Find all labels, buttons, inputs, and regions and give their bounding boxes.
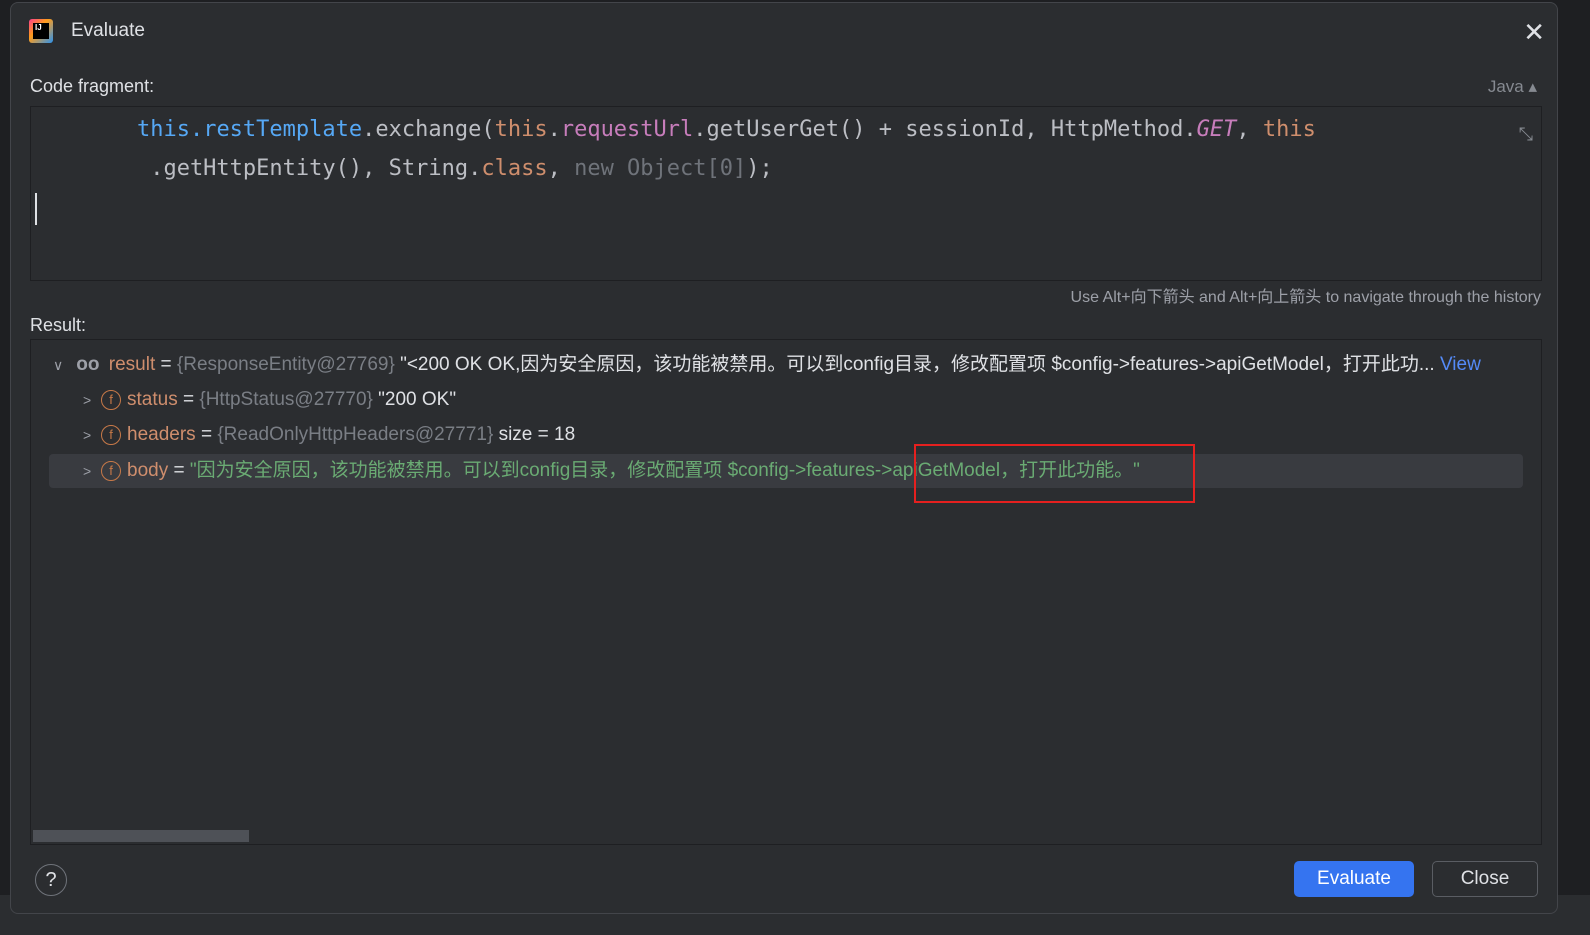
var-value: size = 18: [493, 424, 576, 445]
code-token: class: [481, 156, 548, 181]
evaluate-button[interactable]: Evaluate: [1294, 861, 1414, 897]
code-token: .getHttpEntity(), String.: [31, 156, 482, 181]
equals: =: [195, 424, 218, 445]
code-token: requestUrl: [560, 117, 694, 142]
code-token: .: [547, 117, 561, 142]
code-line-1: this.restTemplate.exchange(this.requestU…: [31, 110, 1541, 149]
code-fragment-label: Code fragment:: [30, 76, 155, 96]
horizontal-scrollbar[interactable]: [33, 830, 249, 842]
field-icon: f: [101, 460, 121, 481]
chevron-right-icon[interactable]: >: [83, 418, 101, 452]
close-icon[interactable]: ✕: [1523, 17, 1545, 48]
chevron-right-icon[interactable]: >: [83, 383, 101, 417]
tree-row-headers[interactable]: > f headers = {ReadOnlyHttpHeaders@27771} …: [31, 418, 1523, 452]
code-token: this.restTemplate: [136, 117, 363, 142]
language-selector[interactable]: Java ▴: [1488, 77, 1537, 97]
code-line-2: .getHttpEntity(), String.class, new Obje…: [31, 149, 1541, 188]
var-value: "200 OK": [372, 389, 457, 410]
var-name: status: [127, 389, 178, 410]
tree-row-body[interactable]: > f body = "因为安全原因，该功能被禁用。可以到config目录，修改配置…: [49, 454, 1523, 488]
highlight-annotation: [914, 444, 1195, 503]
field-icon: f: [101, 424, 121, 445]
text-caret: [35, 193, 37, 225]
chevron-down-icon[interactable]: ∨: [53, 348, 71, 382]
equals: =: [168, 460, 190, 481]
var-type: {ReadOnlyHttpHeaders@27771}: [217, 424, 494, 445]
history-hint: Use Alt+向下箭头 and Alt+向上箭头 to navigate th…: [1070, 289, 1541, 306]
var-name: body: [127, 460, 169, 481]
tree-row-status[interactable]: > f status = {HttpStatus@27770} "200 OK": [31, 383, 1523, 417]
language-label: Java: [1487, 77, 1524, 96]
var-type: {ResponseEntity@27769}: [176, 354, 395, 375]
code-token: this: [1262, 117, 1316, 142]
code-token: ,: [547, 156, 575, 181]
field-icon: f: [101, 389, 121, 410]
code-token: new Object[0]: [574, 156, 747, 181]
code-token: .getUserGet() + sessionId, HttpMethod.: [693, 117, 1197, 142]
dialog-title: Evaluate: [71, 20, 145, 41]
equals: =: [177, 389, 200, 410]
result-label: Result:: [30, 315, 87, 335]
var-name: headers: [127, 424, 196, 445]
equals: =: [155, 354, 177, 375]
code-editor[interactable]: this.restTemplate.exchange(this.requestU…: [30, 106, 1542, 281]
chevron-right-icon[interactable]: >: [83, 454, 101, 488]
evaluate-dialog: IJ Evaluate ✕ Code fragment: Java ▴ this…: [10, 2, 1558, 914]
watch-glasses-icon: oo: [76, 354, 100, 375]
collapse-icon[interactable]: ⤡: [1519, 115, 1533, 154]
result-tree[interactable]: ∨ oo result = {ResponseEntity@27769} "<2…: [30, 339, 1542, 845]
var-value: "<200 OK OK,因为安全原因，该功能被禁用。可以到config目录，修改…: [394, 354, 1435, 375]
help-button[interactable]: ?: [35, 864, 67, 896]
intellij-logo-icon: IJ: [29, 19, 53, 43]
code-token: this: [494, 117, 548, 142]
tree-row-result[interactable]: ∨ oo result = {ResponseEntity@27769} "<2…: [31, 348, 1523, 382]
code-token: GET: [1196, 117, 1237, 142]
var-type: {HttpStatus@27770}: [199, 389, 373, 410]
view-link[interactable]: View: [1435, 354, 1481, 375]
code-token: ,: [1236, 117, 1263, 142]
code-token: .exchange(: [362, 117, 495, 142]
var-name: result: [108, 354, 156, 375]
close-button[interactable]: Close: [1432, 861, 1538, 897]
code-token: );: [746, 156, 773, 181]
